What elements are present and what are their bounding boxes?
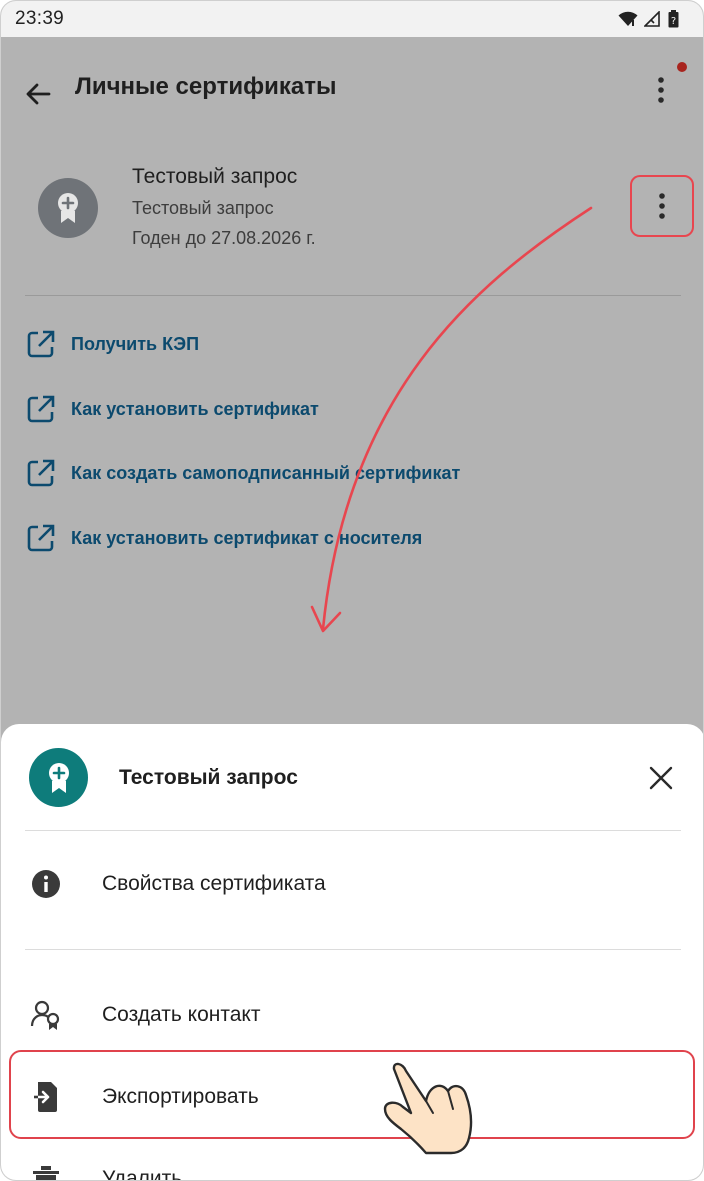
external-link-icon (27, 395, 55, 423)
link-label: Как создать самоподписанный сертификат (71, 462, 461, 483)
link-label: Как установить сертификат с носителя (71, 527, 423, 548)
more-vert-icon (659, 193, 665, 219)
trash-icon (30, 1163, 62, 1180)
battery-icon: ? (668, 10, 679, 28)
status-time: 23:39 (15, 8, 65, 29)
external-link-icon (27, 330, 55, 358)
divider (25, 949, 681, 950)
link-install-certificate[interactable]: Как установить сертификат (25, 393, 319, 425)
external-link-icon (27, 459, 55, 487)
export-highlight-frame (9, 1050, 695, 1139)
certificate-valid-until: Годен до 27.08.2026 г. (132, 228, 316, 248)
menu-item-label: Создать контакт (102, 1003, 261, 1026)
menu-item-create-contact[interactable]: Создать контакт (1, 985, 703, 1045)
page-title: Личные сертификаты (75, 73, 337, 100)
close-icon[interactable] (649, 766, 673, 790)
bottom-sheet: Тестовый запрос Свойства сертификата Соз… (1, 724, 703, 1181)
certificate-title[interactable]: Тестовый запрос (132, 165, 297, 189)
link-label: Как установить сертификат (71, 398, 319, 419)
signal-icon (644, 11, 660, 27)
menu-item-label: Свойства сертификата (102, 872, 326, 895)
divider (25, 830, 681, 831)
annotation-arrowhead (310, 605, 342, 633)
link-get-kep[interactable]: Получить КЭП (25, 328, 199, 360)
sheet-certificate-avatar (29, 748, 88, 807)
add-contact-icon (30, 999, 62, 1031)
divider (25, 295, 681, 296)
annotation-arrow (321, 206, 593, 631)
certificate-badge-icon (48, 762, 69, 793)
link-label: Получить КЭП (71, 333, 200, 354)
wifi-icon (618, 11, 638, 26)
menu-item-delete[interactable]: Удалить (1, 1149, 703, 1181)
menu-item-certificate-properties[interactable]: Свойства сертификата (1, 854, 703, 914)
svg-text:?: ? (671, 16, 676, 27)
menu-item-label: Удалить (102, 1167, 183, 1181)
back-arrow-icon[interactable] (23, 79, 53, 109)
link-create-self-signed[interactable]: Как создать самоподписанный сертификат (25, 457, 460, 489)
notification-dot (677, 62, 687, 72)
external-link-icon (27, 524, 55, 552)
sheet-title: Тестовый запрос (119, 766, 298, 789)
status-icons: ? (618, 10, 679, 28)
more-vert-icon[interactable] (651, 75, 671, 105)
status-bar: 23:39 ? (1, 1, 703, 37)
info-icon (30, 868, 62, 900)
certificate-avatar (38, 178, 98, 238)
certificate-menu-button[interactable] (630, 175, 694, 237)
certificate-subtitle: Тестовый запрос (132, 198, 274, 218)
link-install-from-media[interactable]: Как установить сертификат с носителя (25, 522, 422, 554)
device-screen: 23:39 ? Личные сертификаты Тестовый запр… (0, 0, 704, 1181)
certificate-badge-icon (58, 193, 78, 223)
